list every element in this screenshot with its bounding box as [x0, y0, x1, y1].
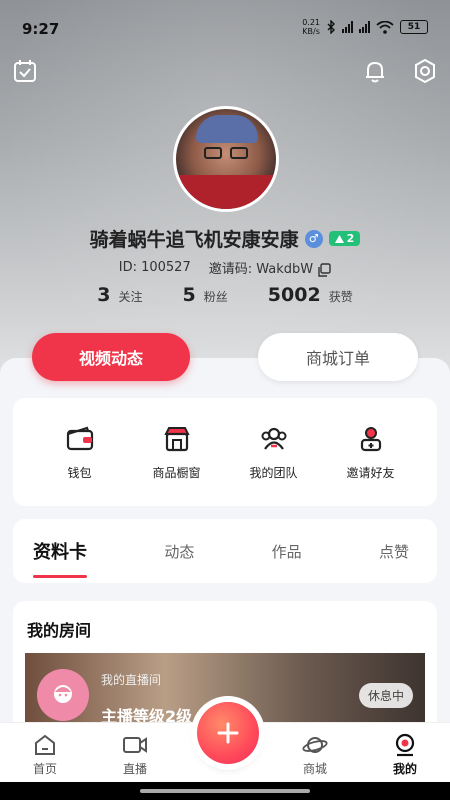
room-title: 我的房间	[27, 621, 92, 640]
nav-mall[interactable]: 商城	[280, 733, 350, 777]
room-subtitle: 我的直播间	[101, 673, 162, 687]
username-row: 骑着蜗牛追飞机安康安康 ♂ 2	[0, 225, 450, 252]
anchor-avatar-icon	[54, 685, 72, 703]
storefront-button[interactable]: 商品橱窗	[132, 424, 222, 481]
battery-indicator: 51	[400, 20, 428, 34]
tab-profile-card[interactable]: 资料卡	[33, 538, 87, 578]
tab-likes[interactable]: 点赞	[379, 541, 409, 562]
profile-icon	[395, 733, 415, 757]
tab-mall-orders[interactable]: 商城订单	[258, 333, 418, 381]
tab-video-feed[interactable]: 视频动态	[32, 333, 190, 381]
bell-icon[interactable]	[362, 58, 388, 84]
tab-works[interactable]: 作品	[272, 541, 302, 562]
signal-icon	[359, 21, 370, 33]
level-badge: 2	[328, 231, 361, 246]
room-avatar	[37, 669, 89, 721]
team-icon	[261, 427, 286, 450]
id-row: ID: 100527 邀请码: WakdbW	[0, 258, 450, 277]
invite-code[interactable]: 邀请码: WakdbW	[209, 258, 332, 277]
wallet-icon	[66, 426, 93, 450]
username: 骑着蜗牛追飞机安康安康	[89, 229, 299, 251]
copy-icon[interactable]	[317, 262, 331, 277]
home-indicator[interactable]	[140, 789, 310, 793]
home-icon	[35, 734, 55, 755]
plus-icon	[217, 722, 239, 744]
team-button[interactable]: 我的团队	[229, 424, 319, 481]
checkin-calendar-icon[interactable]	[12, 58, 38, 84]
gender-icon: ♂	[304, 229, 323, 248]
network-speed: 0.21 KB/s	[302, 18, 320, 36]
create-post-button[interactable]	[197, 702, 259, 764]
quick-actions-card: 钱包 商品橱窗 我的团队 邀请好友	[13, 398, 437, 506]
settings-icon[interactable]	[412, 58, 438, 84]
status-bar: 9:27 0.21 KB/s 51	[0, 0, 450, 50]
stat-likes[interactable]: 5002 获赞	[268, 284, 353, 306]
profile-subtabs: 资料卡 动态 作品 点赞	[13, 519, 437, 583]
signal-icon	[342, 21, 353, 33]
nav-live[interactable]: 直播	[100, 733, 170, 777]
triangle-icon	[334, 234, 344, 243]
nav-home[interactable]: 首页	[10, 733, 80, 777]
wallet-button[interactable]: 钱包	[35, 424, 125, 481]
status-time: 9:27	[22, 20, 60, 38]
invite-friends-button[interactable]: 邀请好友	[326, 424, 416, 481]
user-id: ID: 100527	[118, 260, 191, 275]
status-icons: 0.21 KB/s 51	[302, 18, 428, 36]
stat-fans[interactable]: 5 粉丝	[183, 284, 228, 306]
stat-following[interactable]: 3 关注	[97, 284, 142, 306]
storefront-icon	[163, 426, 190, 451]
user-avatar[interactable]	[173, 106, 279, 212]
bluetooth-icon	[327, 20, 335, 34]
wifi-icon	[376, 20, 394, 34]
stats-row: 3 关注 5 粉丝 5002 获赞	[0, 284, 450, 306]
tab-activity[interactable]: 动态	[164, 541, 194, 562]
invite-user-icon	[360, 426, 381, 451]
room-status-badge: 休息中	[358, 683, 413, 708]
nav-mine[interactable]: 我的	[370, 733, 440, 777]
camera-icon	[123, 737, 147, 753]
planet-icon	[302, 737, 328, 753]
